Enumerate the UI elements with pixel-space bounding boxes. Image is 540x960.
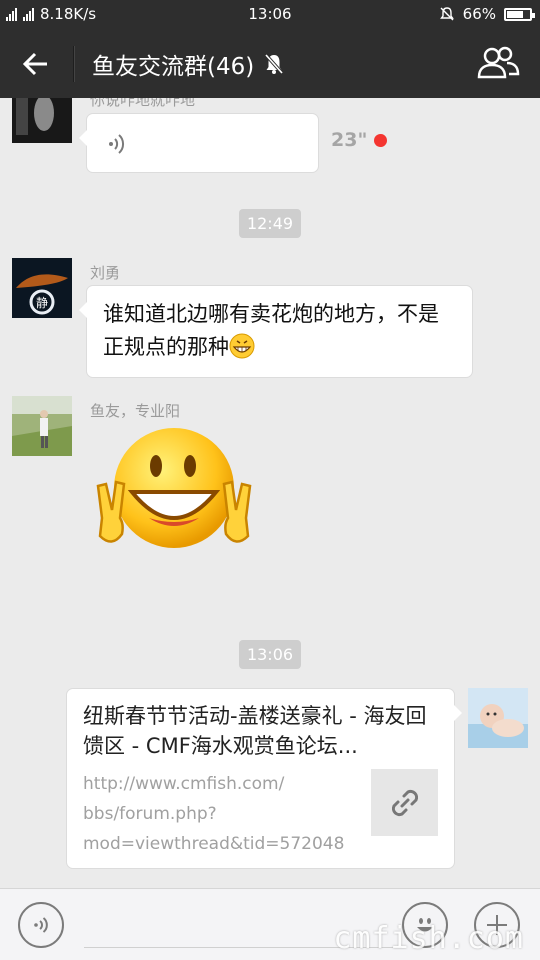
watermark: cmfish.com (333, 921, 524, 956)
avatar[interactable]: 静 (12, 258, 72, 318)
voice-toggle-icon (34, 917, 48, 933)
link-url: http://www.cmfish.com/ bbs/forum.php? mo… (83, 769, 344, 859)
bell-off-icon (264, 53, 284, 75)
timestamp-label: 12:49 (238, 209, 302, 238)
timestamp: 13:06 (0, 640, 540, 669)
group-name: 鱼友交流群(46) (92, 54, 255, 80)
chat-header: 鱼友交流群(46) (0, 28, 540, 98)
voice-toggle-button[interactable] (18, 902, 64, 948)
battery-fill (507, 10, 523, 18)
voice-duration: 23" (331, 129, 368, 151)
avatar-image (12, 98, 72, 143)
avatar-image (468, 688, 528, 748)
unread-dot (374, 134, 387, 147)
avatar[interactable] (12, 396, 72, 456)
battery-icon (504, 7, 535, 21)
battery-percent: 66% (462, 5, 496, 23)
avatar-image (12, 396, 72, 456)
smiley-victory-hands-sticker[interactable] (94, 426, 254, 556)
link-title: 纽斯春节节活动-盖楼送豪礼 - 海友回馈区 - CMF海水观赏鱼论坛... (83, 704, 427, 758)
avatar[interactable] (12, 98, 72, 143)
message-text: 谁知道北边哪有卖花炮的地方，不是正规点的那种 (87, 286, 472, 376)
link-url-line: http://www.cmfish.com/ (83, 774, 285, 794)
timestamp: 12:49 (0, 209, 540, 238)
status-right: 66% (439, 5, 535, 23)
text-message-bubble[interactable]: 谁知道北边哪有卖花炮的地方，不是正规点的那种 (79, 285, 473, 378)
timestamp-label: 13:06 (238, 640, 302, 669)
group-members-icon[interactable] (476, 45, 520, 81)
voice-message-bubble[interactable] (79, 113, 319, 173)
status-bar: 8.18K/s 13:06 66% (0, 0, 540, 28)
sender-name: 刘勇 (90, 264, 121, 282)
link-url-line: mod=viewthread&tid=572048 (83, 834, 345, 854)
message-content: 谁知道北边哪有卖花炮的地方，不是正规点的那种 (103, 302, 439, 359)
header-divider (73, 46, 75, 82)
sender-name: 你说咋地就咋地 (90, 98, 196, 109)
link-icon (391, 789, 418, 816)
my-avatar[interactable] (468, 688, 528, 748)
link-card-bubble[interactable]: 纽斯春节节活动-盖楼送豪礼 - 海友回馈区 - CMF海水观赏鱼论坛... ht… (66, 688, 462, 869)
chat-title: 鱼友交流群(46) (92, 47, 286, 81)
arrow-left-icon[interactable] (18, 46, 54, 82)
input-bar: cmfish.com (0, 888, 540, 960)
chat-area[interactable]: 你说咋地就咋地 23" 12:49 静 刘勇 谁知道北边哪有卖花炮的地方，不是正… (0, 98, 540, 888)
link-url-line: bbs/forum.php? (83, 804, 217, 824)
avatar-image: 静 (12, 258, 72, 318)
sender-name: 鱼友，专业阳 (90, 402, 181, 420)
link-thumbnail (371, 769, 438, 836)
bell-off-icon (439, 7, 454, 21)
voice-wave-icon (109, 134, 125, 154)
svg-text:静: 静 (36, 296, 48, 310)
grin-emoji (229, 333, 255, 359)
